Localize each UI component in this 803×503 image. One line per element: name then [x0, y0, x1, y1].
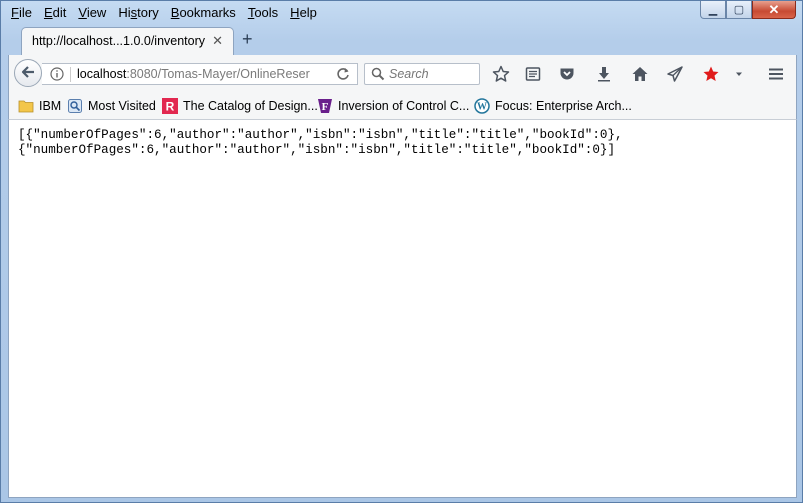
bookmarks-toolbar: IBM Most Visited R The Catalog of Design…: [8, 92, 797, 120]
browser-window: File Edit View History Bookmarks Tools H…: [0, 0, 803, 503]
menu-view[interactable]: View: [72, 2, 112, 22]
home-icon[interactable]: [630, 64, 650, 84]
window-controls: ▁ ▢ ✕: [700, 1, 796, 19]
pocket-icon[interactable]: [557, 64, 577, 84]
wordpress-icon: W: [474, 98, 490, 114]
page-content: [{"numberOfPages":6,"author":"author","i…: [8, 120, 797, 498]
send-icon[interactable]: [665, 64, 685, 84]
back-icon: [20, 64, 36, 83]
search-input[interactable]: Search: [364, 63, 480, 85]
minimize-button[interactable]: ▁: [700, 1, 726, 19]
info-icon[interactable]: [50, 67, 64, 84]
folder-icon: [18, 98, 34, 114]
menu-file[interactable]: File: [5, 2, 38, 22]
minimize-icon: ▁: [708, 4, 718, 16]
svg-text:F: F: [322, 101, 329, 113]
download-icon[interactable]: [594, 64, 614, 84]
menu-history[interactable]: History: [112, 2, 164, 22]
new-tab-button[interactable]: +: [242, 29, 253, 49]
url-text[interactable]: localhost:8080/Tomas-Mayer/OnlineReser: [77, 67, 325, 81]
maximize-button[interactable]: ▢: [726, 1, 752, 19]
search-placeholder: Search: [389, 67, 429, 81]
search-icon: [371, 67, 385, 84]
menu-tools[interactable]: Tools: [242, 2, 284, 22]
url-separator: [70, 67, 71, 82]
bookmark-ibm[interactable]: IBM: [18, 98, 61, 114]
url-bar[interactable]: localhost:8080/Tomas-Mayer/OnlineReser: [42, 63, 358, 85]
bookmark-star-icon[interactable]: [491, 64, 511, 84]
bookmark-focus-enterprise[interactable]: W Focus: Enterprise Arch...: [474, 98, 632, 114]
menu-icon[interactable]: [766, 64, 786, 84]
menu-edit[interactable]: Edit: [38, 2, 72, 22]
tab-inventory[interactable]: http://localhost...1.0.0/inventory ✕: [21, 27, 234, 55]
svg-text:R: R: [166, 100, 175, 114]
dropdown-icon[interactable]: [729, 64, 749, 84]
close-window-button[interactable]: ✕: [752, 1, 796, 19]
json-response-text: [{"numberOfPages":6,"author":"author","i…: [18, 128, 623, 157]
menu-bar: File Edit View History Bookmarks Tools H…: [5, 2, 323, 22]
maximize-icon: ▢: [733, 4, 745, 16]
tab-title: http://localhost...1.0.0/inventory: [32, 34, 206, 48]
bookmark-inversion-of-control[interactable]: F Inversion of Control C...: [317, 98, 469, 114]
most-visited-icon: [67, 98, 83, 114]
menu-help[interactable]: Help: [284, 2, 323, 22]
tab-close-icon[interactable]: ✕: [212, 33, 223, 49]
f-logo-icon: F: [317, 98, 333, 114]
bookmark-catalog-of-design[interactable]: R The Catalog of Design...: [162, 98, 318, 114]
navigation-toolbar: localhost:8080/Tomas-Mayer/OnlineReser S…: [8, 55, 797, 92]
svg-text:W: W: [477, 102, 487, 113]
bookmark-most-visited[interactable]: Most Visited: [67, 98, 156, 114]
red-star-icon[interactable]: [701, 64, 721, 84]
reload-icon[interactable]: [335, 66, 351, 85]
reading-list-icon[interactable]: [523, 64, 543, 84]
close-icon: ✕: [768, 1, 780, 17]
r-logo-icon: R: [162, 98, 178, 114]
menu-bookmarks[interactable]: Bookmarks: [165, 2, 242, 22]
back-button[interactable]: [14, 59, 42, 87]
